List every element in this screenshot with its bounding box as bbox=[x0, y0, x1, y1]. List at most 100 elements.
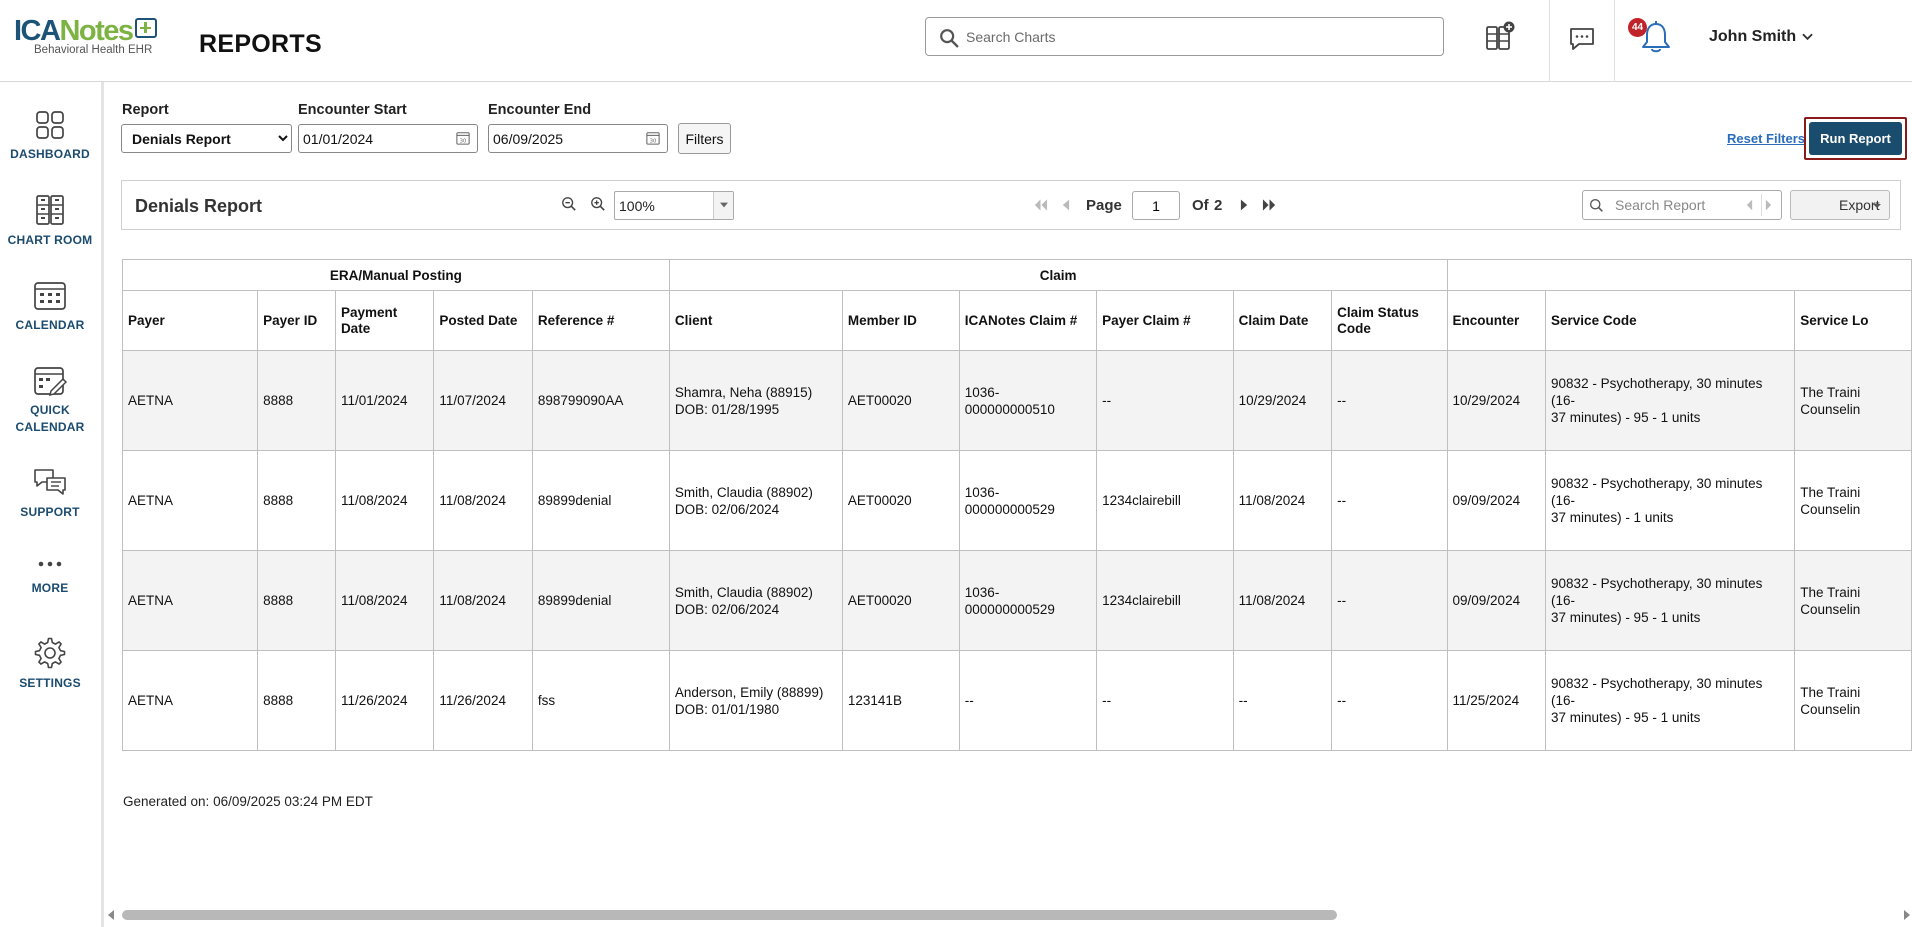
report-table-viewport: ERA/Manual Posting Claim Payer Payer ID … bbox=[122, 259, 1912, 751]
col-header-service-code[interactable]: Service Code bbox=[1545, 290, 1796, 351]
col-header-posted-date[interactable]: Posted Date bbox=[433, 290, 533, 351]
col-header-payment-date[interactable]: Payment Date bbox=[334, 290, 435, 351]
logo-plus-icon bbox=[134, 18, 157, 39]
sidebar-item-support[interactable]: SUPPORT bbox=[0, 466, 100, 521]
cell-payer-claim: -- bbox=[1096, 650, 1234, 751]
support-icon bbox=[34, 469, 66, 495]
cell-icanotes-claim: 1036- 000000000529 bbox=[958, 550, 1098, 651]
reset-filters-link[interactable]: Reset Filters bbox=[1727, 131, 1805, 146]
service-code-line1: 90832 - Psychotherapy, 30 minutes (16- bbox=[1551, 576, 1763, 608]
search-prev-icon[interactable] bbox=[1746, 199, 1753, 211]
cell-claim-date: 10/29/2024 bbox=[1232, 350, 1333, 451]
export-button[interactable]: Export bbox=[1790, 190, 1890, 220]
cell-claim-date: 11/08/2024 bbox=[1232, 450, 1333, 551]
search-charts-box[interactable] bbox=[925, 17, 1444, 56]
page-title: REPORTS bbox=[199, 30, 322, 58]
sidebar-item-chart-room[interactable]: CHART ROOM bbox=[0, 194, 100, 249]
col-header-reference[interactable]: Reference # bbox=[531, 290, 670, 351]
calendar-icon[interactable]: 30 bbox=[646, 131, 660, 145]
cell-payer-claim: 1234clairebill bbox=[1096, 450, 1234, 551]
zoom-select[interactable]: 100% bbox=[614, 191, 734, 220]
encounter-start-input[interactable] bbox=[303, 125, 443, 152]
chat-icon[interactable] bbox=[1568, 26, 1596, 52]
zoom-in-icon[interactable] bbox=[590, 196, 606, 212]
search-charts-input[interactable] bbox=[966, 18, 1436, 55]
cell-service-code: 90832 - Psychotherapy, 30 minutes (16- 37… bbox=[1545, 650, 1796, 751]
service-code-line2: 37 minutes) - 95 - 1 units bbox=[1551, 710, 1701, 725]
user-menu[interactable]: John Smith bbox=[1709, 28, 1813, 46]
zoom-value: 100% bbox=[619, 198, 655, 214]
cell-payer-id: 8888 bbox=[257, 550, 336, 651]
notification-badge: 44 bbox=[1628, 18, 1647, 37]
col-header-service-location[interactable]: Service Lo bbox=[1794, 290, 1912, 351]
calendar-icon bbox=[34, 282, 66, 310]
encounter-end-field[interactable]: 30 bbox=[488, 124, 668, 153]
quick-calendar-icon bbox=[34, 367, 67, 396]
col-header-encounter[interactable]: Encounter bbox=[1446, 290, 1547, 351]
search-report-input[interactable] bbox=[1615, 191, 1745, 219]
scroll-left-icon[interactable] bbox=[108, 910, 114, 920]
cell-icanotes-claim: 1036- 000000000529 bbox=[958, 450, 1098, 551]
col-header-member-id[interactable]: Member ID bbox=[841, 290, 960, 351]
icanotes-claim-part2: 000000000529 bbox=[964, 501, 1055, 517]
col-header-icanotes-claim[interactable]: ICANotes Claim # bbox=[958, 290, 1098, 351]
sidebar-item-calendar[interactable]: CALENDAR bbox=[0, 279, 100, 334]
report-title: Denials Report bbox=[135, 196, 263, 216]
of-label: Of bbox=[1192, 197, 1209, 214]
client-name: Anderson, Emily (88899) bbox=[674, 684, 824, 700]
icanotes-claim-part1: 1036- bbox=[964, 584, 1000, 600]
calendar-icon[interactable]: 30 bbox=[456, 131, 470, 145]
group-header-claim: Claim bbox=[668, 259, 1448, 291]
report-toolbar: Denials Report 100% Page Of 2 Export bbox=[121, 180, 1901, 230]
search-report-box[interactable] bbox=[1582, 190, 1782, 220]
scroll-right-icon[interactable] bbox=[1904, 910, 1910, 920]
logo-wordmark-ica: ICA bbox=[14, 15, 61, 47]
sidebar-item-label: CALENDAR bbox=[15, 318, 85, 332]
sidebar-item-quick-calendar[interactable]: QUICK CALENDAR bbox=[0, 364, 100, 436]
sidebar-item-dashboard[interactable]: DASHBOARD bbox=[0, 110, 100, 163]
col-header-client[interactable]: Client bbox=[668, 290, 843, 351]
service-location-line2: Counselin bbox=[1800, 401, 1861, 417]
cell-claim-status: -- bbox=[1331, 350, 1448, 451]
search-next-icon[interactable] bbox=[1765, 199, 1772, 211]
cell-client: Anderson, Emily (88899) DOB: 01/01/1980 bbox=[668, 650, 843, 751]
client-name: Shamra, Neha (88915) bbox=[674, 384, 813, 400]
filters-button[interactable]: Filters bbox=[678, 123, 731, 154]
page-label: Page bbox=[1086, 197, 1122, 214]
cell-encounter: 10/29/2024 bbox=[1446, 350, 1547, 451]
sidebar-item-settings[interactable]: SETTINGS bbox=[0, 637, 100, 692]
svg-text:30: 30 bbox=[650, 138, 657, 144]
sidebar-item-label: QUICK CALENDAR bbox=[0, 402, 100, 436]
icanotes-claim-part1: -- bbox=[964, 693, 974, 708]
col-header-payer-id[interactable]: Payer ID bbox=[257, 290, 336, 351]
group-header-era: ERA/Manual Posting bbox=[122, 259, 670, 291]
next-page-icon[interactable] bbox=[1240, 198, 1249, 212]
cell-payer-id: 8888 bbox=[257, 650, 336, 751]
col-header-claim-status[interactable]: Claim Status Code bbox=[1331, 290, 1448, 351]
col-header-claim-date[interactable]: Claim Date bbox=[1232, 290, 1333, 351]
encounter-start-field[interactable]: 30 bbox=[298, 124, 478, 153]
icanotes-logo[interactable]: ICANotes Behavioral Health EHR bbox=[14, 16, 174, 62]
last-page-icon[interactable] bbox=[1262, 198, 1277, 212]
chart-add-icon[interactable] bbox=[1485, 20, 1515, 52]
cell-payer-id: 8888 bbox=[257, 350, 336, 451]
zoom-out-icon[interactable] bbox=[561, 196, 577, 212]
col-header-payer[interactable]: Payer bbox=[122, 290, 259, 351]
encounter-end-input[interactable] bbox=[493, 125, 633, 152]
sidebar-item-more[interactable]: MORE bbox=[0, 554, 100, 597]
report-label: Report bbox=[122, 102, 169, 118]
sidebar-item-label: CHART ROOM bbox=[7, 233, 93, 247]
page-number-input[interactable] bbox=[1132, 191, 1180, 220]
run-report-button[interactable]: Run Report bbox=[1809, 122, 1902, 155]
report-select[interactable]: Denials Report bbox=[121, 124, 292, 153]
first-page-icon[interactable] bbox=[1033, 198, 1048, 212]
sidebar-item-label: SUPPORT bbox=[20, 505, 80, 519]
horizontal-scrollbar[interactable] bbox=[108, 909, 1912, 921]
client-name: Smith, Claudia (88902) bbox=[674, 584, 813, 600]
search-nav-divider bbox=[1761, 194, 1762, 216]
prev-page-icon[interactable] bbox=[1061, 198, 1070, 212]
col-header-payer-claim[interactable]: Payer Claim # bbox=[1096, 290, 1234, 351]
scrollbar-thumb[interactable] bbox=[122, 910, 1337, 920]
table-row: AETNA 8888 11/26/2024 11/26/2024 fss And… bbox=[122, 650, 1912, 751]
zoom-dropdown-toggle[interactable] bbox=[713, 192, 733, 219]
